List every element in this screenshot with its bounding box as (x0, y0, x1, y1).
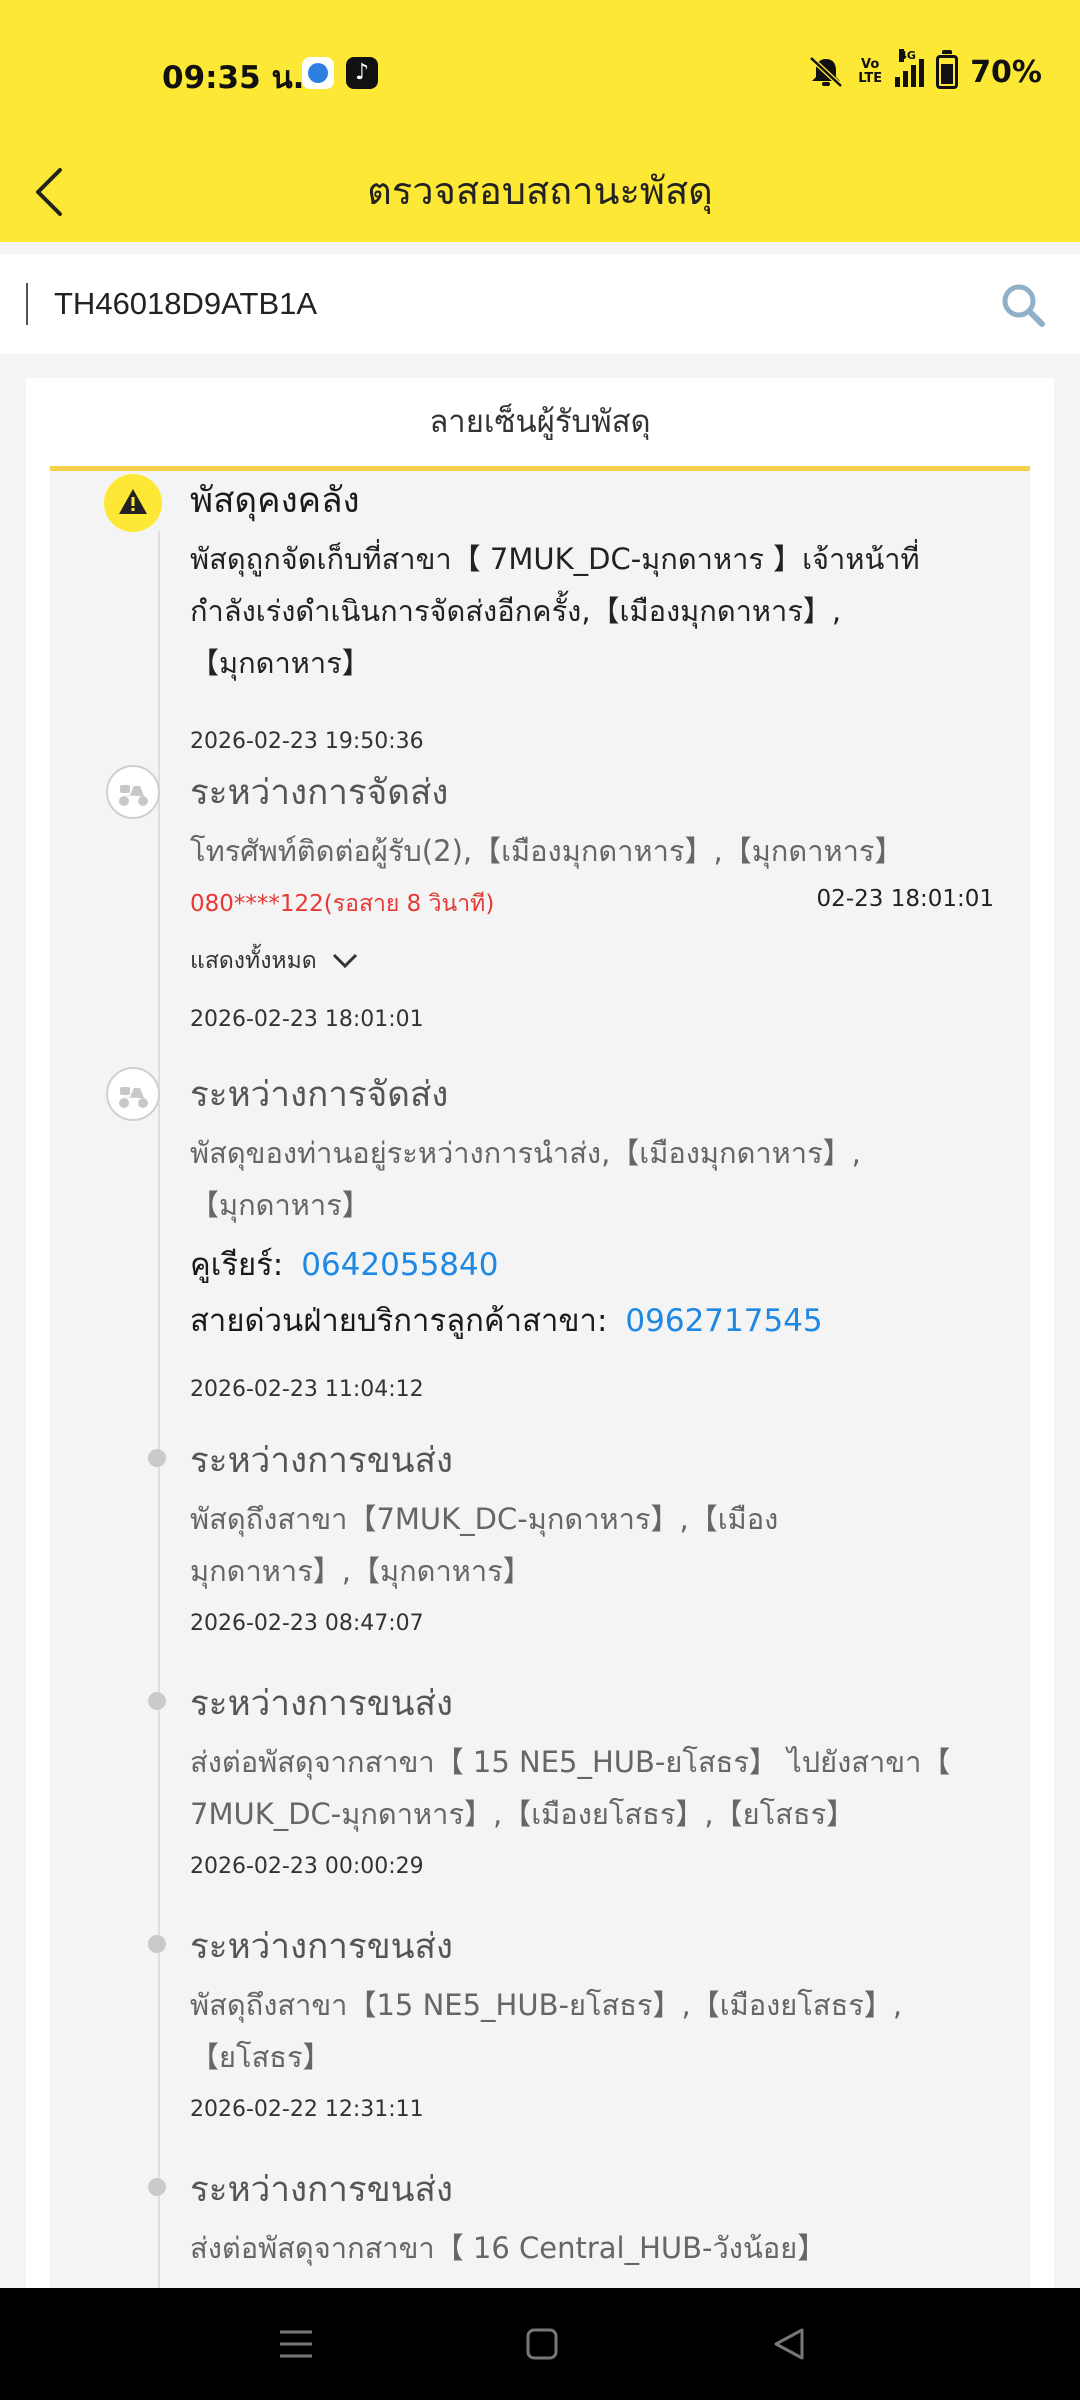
menu-icon[interactable] (274, 2324, 318, 2364)
hotline-row: สายด่วนฝ่ายบริการลูกค้าสาขา: 0962717545 (190, 1295, 823, 1345)
warning-icon (104, 474, 162, 532)
entry-title: ระหว่างการขนส่ง (190, 1927, 454, 1967)
call-info: 080****122(รอสาย 8 วินาที) (190, 891, 495, 917)
tracking-card: ลายเซ็นผู้รับพัสดุ พัสดุคงคลัง พัสดุถูกจ… (26, 378, 1054, 2288)
entry-description: พัสดุถึงสาขา【7MUK_DC-มุกดาหาร】,【เมืองมุก… (190, 1502, 779, 1588)
chevron-down-icon (332, 953, 357, 969)
status-time: 09:35 น. (162, 60, 305, 96)
hotline-phone-link[interactable]: 0962717545 (625, 1303, 822, 1339)
entry-title: ระหว่างการขนส่ง (190, 1684, 454, 1724)
battery-percent: 70% (970, 54, 1042, 90)
entry-title: ระหว่างการจัดส่ง (190, 1075, 449, 1115)
timeline-dot (148, 1692, 166, 1710)
courier-label: คูเรียร์: (190, 1247, 284, 1283)
mute-bell-icon (809, 56, 843, 88)
timeline-dot (148, 1935, 166, 1953)
app-notification-icon (302, 57, 334, 89)
status-bar: 09:35 น. ♪ Vo LTE 4G 70% (0, 0, 1080, 142)
entry-timestamp: 2026-02-22 12:31:11 (190, 2097, 424, 2122)
search-divider (26, 283, 28, 325)
entry-description: พัสดุถึงสาขา【15 NE5_HUB-ยโสธร】,【เมืองยโส… (190, 1988, 903, 2074)
entry-title: ระหว่างการจัดส่ง (190, 773, 449, 813)
courier-row: คูเรียร์: 0642055840 (190, 1239, 498, 1289)
system-nav-bar (0, 2288, 1080, 2400)
entry-timestamp: 2026-02-23 11:04:12 (190, 1377, 424, 1402)
call-time: 02-23 18:01:01 (816, 886, 994, 912)
entry-description: โทรศัพท์ติดต่อผู้รับ(2),【เมืองมุกดาหาร】,… (190, 834, 904, 868)
app-header: ตรวจสอบสถานะพัสดุ (0, 142, 1080, 242)
entry-description: ส่งต่อพัสดุจากสาขา【 15 NE5_HUB-ยโสธร】 ไป… (190, 1745, 951, 1831)
entry-description: ส่งต่อพัสดุจากสาขา【 16 Central_HUB-วังน้… (190, 2231, 827, 2265)
search-bar (0, 254, 1080, 354)
entry-timestamp: 2026-02-23 00:00:29 (190, 1854, 424, 1879)
show-all-label: แสดงทั้งหมด (190, 948, 317, 974)
scooter-icon (106, 765, 160, 819)
entry-title: ระหว่างการขนส่ง (190, 1441, 454, 1481)
signal-icon: 4G (895, 49, 925, 87)
entry-description: พัสดุของท่านอยู่ระหว่างการนำส่ง,【เมืองมุ… (190, 1136, 861, 1222)
volte-indicator: Vo LTE (858, 57, 883, 86)
entry-timestamp: 2026-02-23 18:01:01 (190, 1007, 424, 1032)
tracking-timeline: พัสดุคงคลัง พัสดุถูกจัดเก็บที่สาขา【 7MUK… (50, 471, 1030, 2288)
page-title: ตรวจสอบสถานะพัสดุ (367, 169, 713, 213)
hotline-label: สายด่วนฝ่ายบริการลูกค้าสาขา: (190, 1303, 608, 1339)
back-icon[interactable] (768, 2324, 812, 2364)
tiktok-icon: ♪ (346, 57, 378, 89)
timeline-dot (148, 2178, 166, 2196)
entry-description: พัสดุถูกจัดเก็บที่สาขา【 7MUK_DC-มุกดาหาร… (190, 542, 920, 680)
entry-timestamp: 2026-02-23 19:50:36 (190, 729, 424, 754)
scooter-icon (106, 1067, 160, 1121)
entry-title: ระหว่างการขนส่ง (190, 2170, 454, 2210)
tracking-number-input[interactable] (54, 274, 954, 334)
battery-icon (936, 50, 959, 89)
status-icons: Vo LTE 4G 70% (807, 49, 1042, 92)
network-type: 4G (899, 49, 916, 62)
entry-timestamp: 2026-02-23 08:47:07 (190, 1611, 424, 1636)
show-all-toggle[interactable]: แสดงทั้งหมด (190, 943, 359, 979)
timeline-dot (148, 1449, 166, 1467)
search-icon[interactable] (998, 280, 1048, 330)
home-icon[interactable] (520, 2324, 564, 2364)
entry-title: พัสดุคงคลัง (190, 481, 360, 521)
courier-phone-link[interactable]: 0642055840 (301, 1247, 498, 1283)
signature-tab[interactable]: ลายเซ็นผู้รับพัสดุ (50, 378, 1030, 471)
